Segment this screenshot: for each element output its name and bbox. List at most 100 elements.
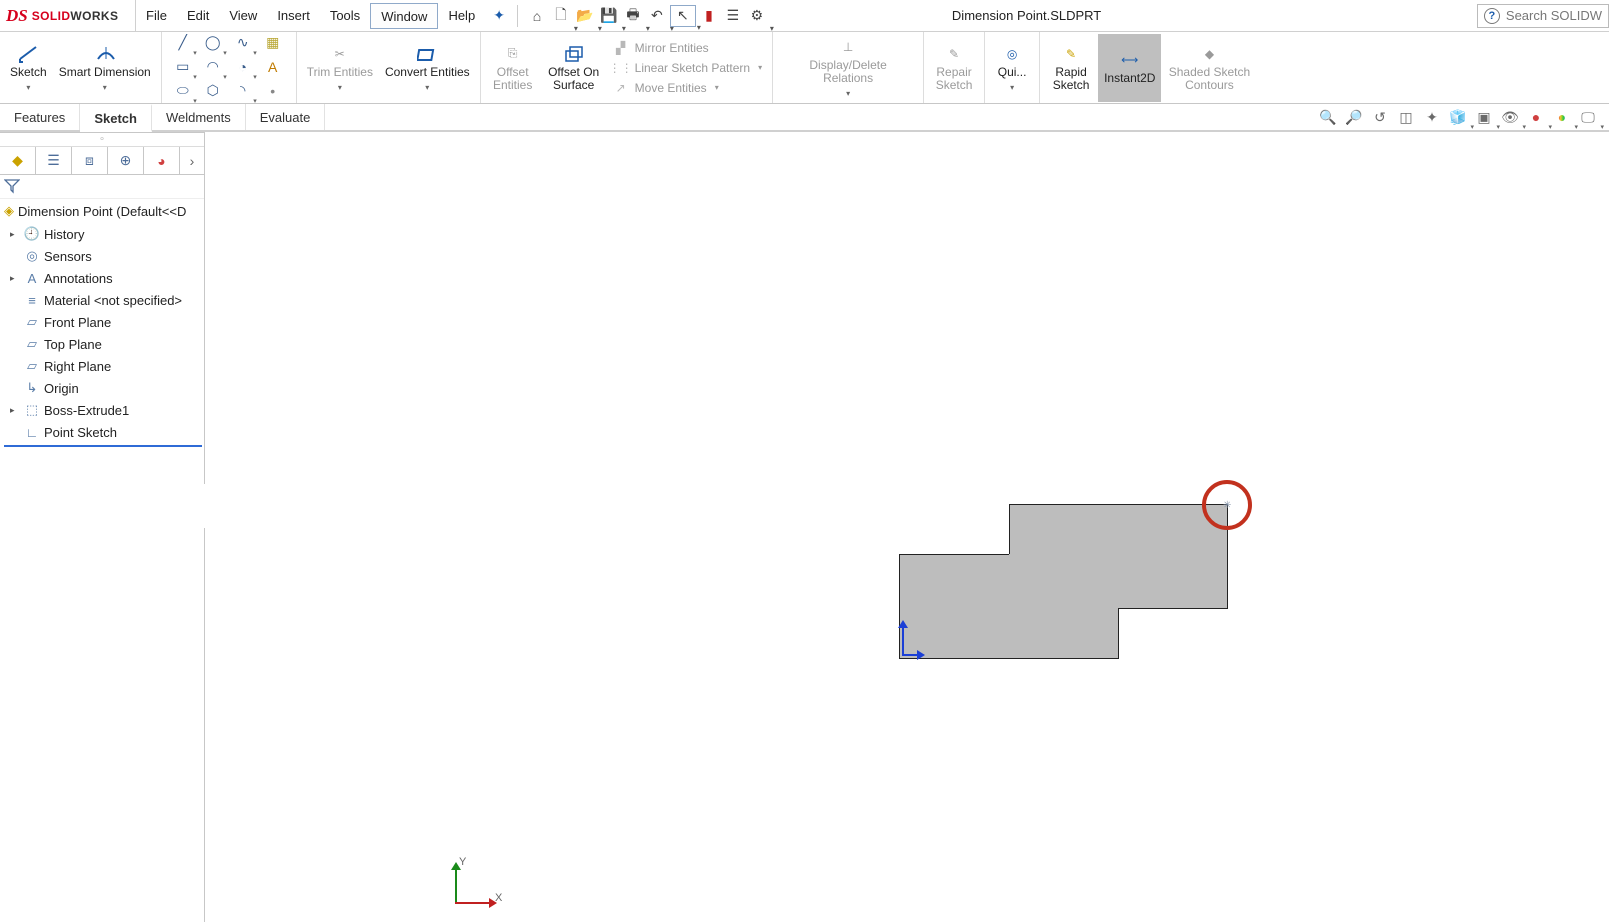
options-list-icon[interactable]: ☰: [722, 5, 744, 27]
display-relations-button[interactable]: ⊥ Display/Delete Relations ▾: [777, 34, 919, 102]
tree-root[interactable]: ◈ Dimension Point (Default<<D: [0, 199, 204, 223]
app-logo[interactable]: DS SOLIDWORKS: [0, 0, 136, 32]
offset-surface-button[interactable]: Offset On Surface: [541, 34, 607, 102]
zoom-fit-icon[interactable]: 🔍: [1317, 107, 1339, 127]
menu-file[interactable]: File: [136, 3, 177, 29]
fillet-tool-icon[interactable]: ◝▾: [230, 81, 256, 101]
rect-tool-icon[interactable]: ▭▾: [170, 57, 196, 77]
rollback-bar[interactable]: [4, 445, 202, 447]
grid-tool-icon[interactable]: ▦: [260, 33, 286, 53]
spline-tool-icon[interactable]: ∿▾: [230, 33, 256, 53]
pin-icon[interactable]: ✦: [485, 7, 513, 24]
model-edge[interactable]: [1118, 608, 1119, 659]
shaded-contours-button[interactable]: ◆ Shaded Sketch Contours: [1161, 34, 1257, 102]
appearance-icon[interactable]: ●▾: [1525, 107, 1547, 127]
rapid-sketch-button[interactable]: ✎ Rapid Sketch: [1044, 34, 1098, 102]
graphics-area[interactable]: ✳ Y X: [205, 132, 1609, 922]
tab-evaluate[interactable]: Evaluate: [246, 104, 326, 130]
linear-pattern-button[interactable]: ⋮⋮Linear Sketch Pattern▾: [613, 60, 762, 76]
settings-icon[interactable]: ⚙▾: [746, 5, 768, 27]
menu-edit[interactable]: Edit: [177, 3, 219, 29]
panel-tab-more[interactable]: ›: [180, 147, 204, 174]
model-edge[interactable]: [1119, 608, 1228, 609]
dynamic-ann-icon[interactable]: ✦: [1421, 107, 1443, 127]
menu-help[interactable]: Help: [438, 3, 485, 29]
orientation-triad[interactable]: Y X: [445, 854, 505, 914]
arc-tool-icon[interactable]: ◠▾: [200, 57, 226, 77]
part-icon: ◈: [4, 203, 14, 219]
new-doc-icon[interactable]: 🗋▾: [550, 5, 572, 27]
line-tool-icon[interactable]: ╱▾: [170, 33, 196, 53]
mirror-button[interactable]: ▞Mirror Entities: [613, 40, 762, 56]
previous-view-icon[interactable]: ↺: [1369, 107, 1391, 127]
print-icon[interactable]: 🖶▾: [622, 5, 644, 27]
section-view-icon[interactable]: ◫: [1395, 107, 1417, 127]
zoom-area-icon[interactable]: 🔎: [1343, 107, 1365, 127]
panel-tab-dimxpert[interactable]: ⊕: [108, 147, 144, 174]
ellipse-tool-icon[interactable]: ◔▾: [230, 57, 256, 77]
trim-button[interactable]: ✂ Trim Entities ▾: [301, 34, 379, 102]
instant2d-label: Instant2D: [1104, 72, 1155, 85]
polygon-tool-icon[interactable]: ⬡: [200, 81, 226, 101]
menu-window[interactable]: Window: [370, 3, 438, 29]
tree-node-material[interactable]: ≡Material <not specified>: [4, 289, 202, 311]
rapid-icon: ✎: [1061, 44, 1081, 64]
slot-tool-icon[interactable]: ⬭▾: [170, 81, 196, 101]
menu-tools[interactable]: Tools: [320, 3, 370, 29]
tree-node-origin[interactable]: ↳Origin: [4, 377, 202, 399]
instant2d-button[interactable]: ⟷ Instant2D: [1098, 34, 1161, 102]
shaded-label: Shaded Sketch Contours: [1167, 66, 1251, 92]
scene-icon[interactable]: ●▾: [1551, 107, 1573, 127]
tree-node-boss-extrude[interactable]: ▸⬚Boss-Extrude1: [4, 399, 202, 421]
display-relations-label: Display/Delete Relations: [783, 59, 913, 85]
tree-node-top-plane[interactable]: ▱Top Plane: [4, 333, 202, 355]
vertex-marker-icon[interactable]: ✳: [1223, 500, 1231, 511]
tree-filter[interactable]: [0, 175, 204, 199]
search-box[interactable]: ? Search SOLIDW: [1477, 4, 1609, 28]
chevron-down-icon: ▾: [758, 63, 762, 72]
model-face[interactable]: [899, 554, 1119, 659]
convert-button[interactable]: Convert Entities ▾: [379, 34, 476, 102]
undo-icon[interactable]: ↶▾: [646, 5, 668, 27]
hide-show-icon[interactable]: 👁▾: [1499, 107, 1521, 127]
repair-button[interactable]: ✎ Repair Sketch: [928, 34, 980, 102]
tree-node-annotations[interactable]: ▸AAnnotations: [4, 267, 202, 289]
panel-tab-display[interactable]: ◕: [144, 147, 180, 174]
tree-node-front-plane[interactable]: ▱Front Plane: [4, 311, 202, 333]
panel-tab-feature-tree[interactable]: ◆: [0, 147, 36, 174]
tree-node-right-plane[interactable]: ▱Right Plane: [4, 355, 202, 377]
text-tool-icon[interactable]: A: [260, 57, 286, 77]
panel-tab-config[interactable]: ⧈: [72, 147, 108, 174]
sketch-button[interactable]: Sketch ▾: [4, 34, 53, 102]
smart-dimension-button[interactable]: Smart Dimension ▾: [53, 34, 157, 102]
panel-tab-property[interactable]: ☰: [36, 147, 72, 174]
open-icon[interactable]: 📂▾: [574, 5, 596, 27]
tree-node-history[interactable]: ▸🕘History: [4, 223, 202, 245]
move-button[interactable]: ↗Move Entities▾: [613, 80, 762, 96]
home-icon[interactable]: ⌂: [526, 5, 548, 27]
mirror-icon: ▞: [613, 40, 629, 56]
menu-insert[interactable]: Insert: [267, 3, 320, 29]
trim-label: Trim Entities: [307, 66, 373, 79]
panel-drag-handle[interactable]: ∘: [0, 133, 204, 147]
tab-sketch[interactable]: Sketch: [80, 104, 152, 132]
smart-dim-label: Smart Dimension: [59, 66, 151, 79]
tree-node-sensors[interactable]: ◎Sensors: [4, 245, 202, 267]
rebuild-icon[interactable]: ▮: [698, 5, 720, 27]
circle-tool-icon[interactable]: ◯▾: [200, 33, 226, 53]
point-tool-icon[interactable]: •: [260, 81, 286, 101]
view-settings-icon[interactable]: 🖵▾: [1577, 107, 1599, 127]
tab-weldments[interactable]: Weldments: [152, 104, 246, 130]
offset-button[interactable]: ⎘ Offset Entities: [485, 34, 541, 102]
search-placeholder: Search SOLIDW: [1506, 8, 1602, 23]
view-orient-icon[interactable]: 🧊▾: [1447, 107, 1469, 127]
model-edge[interactable]: [1009, 504, 1010, 554]
select-icon[interactable]: ↖▾: [670, 5, 696, 27]
display-style-icon[interactable]: ▣▾: [1473, 107, 1495, 127]
model-edge[interactable]: [899, 554, 1009, 555]
save-icon[interactable]: 💾▾: [598, 5, 620, 27]
tab-features[interactable]: Features: [0, 104, 80, 130]
tree-node-point-sketch[interactable]: ∟Point Sketch: [4, 421, 202, 443]
menu-view[interactable]: View: [219, 3, 267, 29]
quick-snaps-button[interactable]: ◎ Qui... ▾: [989, 34, 1035, 102]
